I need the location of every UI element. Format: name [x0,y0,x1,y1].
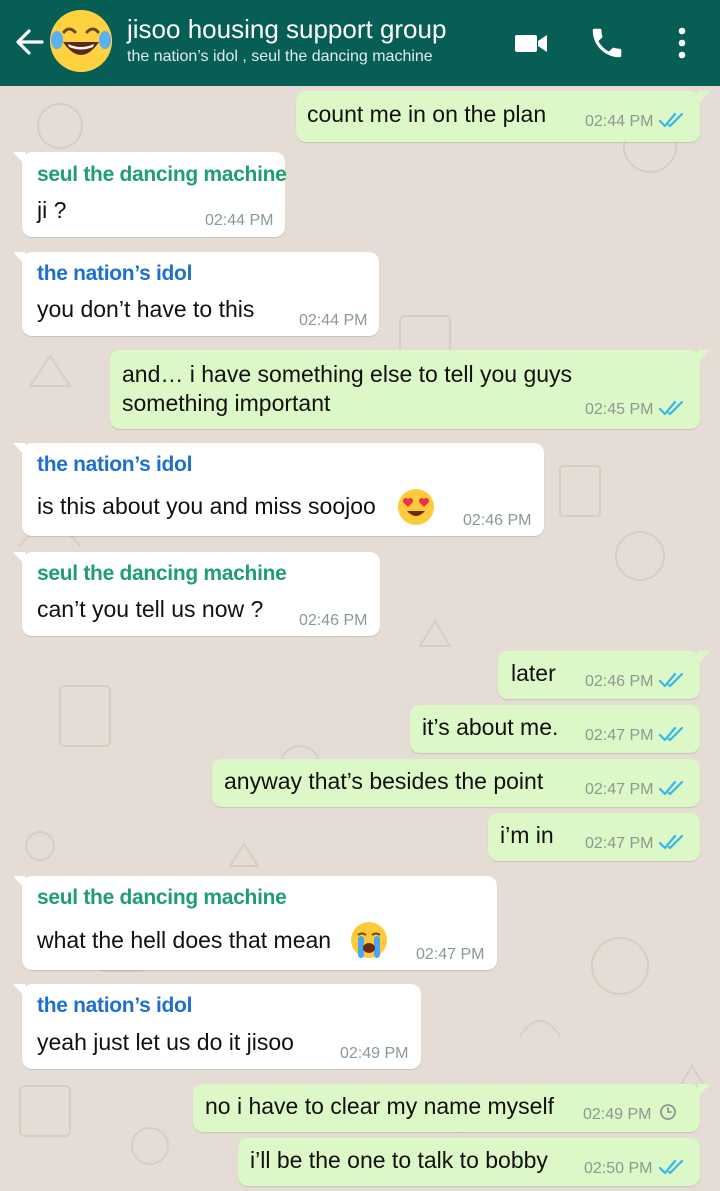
bubble-tail [698,1084,710,1097]
message-text: it’s about me. [422,714,559,740]
message-time: 02:49 PM [340,1045,409,1062]
incoming-message[interactable]: seul the dancing machine ji ? 02:44 PM [13,152,287,237]
video-call-button[interactable] [512,24,550,62]
message-text: and… i have something else to tell you g… [122,361,573,387]
message-time: 02:44 PM [299,312,368,329]
outgoing-message[interactable]: and… i have something else to tell you g… [110,350,710,429]
message-time: 02:46 PM [299,612,368,629]
outgoing-message[interactable]: count me in on the plan 02:44 PM [296,91,710,142]
message-text: count me in on the plan [307,101,547,127]
clock-pending-icon [660,1104,676,1120]
bubble-tail [13,552,25,565]
read-ticks-icon [658,112,684,128]
message-text-line-2: something important [122,390,331,416]
message-text: what the hell does that mean [37,927,332,953]
message-text: i’ll be the one to talk to bobby [250,1147,548,1173]
outgoing-message[interactable]: no i have to clear my name myself 02:49 … [193,1084,710,1132]
message-text: is this about you and miss soojoo [37,493,376,519]
bubble-tail [698,350,710,363]
read-ticks-icon [658,834,684,850]
sender-name[interactable]: seul the dancing machine [37,886,287,910]
message-time: 02:47 PM [416,946,485,963]
group-avatar[interactable] [50,10,112,72]
message-time: 02:49 PM [583,1106,652,1123]
incoming-message[interactable]: the nation’s idol you don’t have to this… [13,252,379,336]
message-time: 02:46 PM [585,673,654,690]
chat-area[interactable]: count me in on the plan 02:44 PM seul th… [0,86,720,1191]
message-time: 02:44 PM [205,212,274,229]
message-text: you don’t have to this [37,296,255,322]
message-text: i’m in [500,822,554,848]
incoming-message[interactable]: the nation’s idol yeah just let us do it… [13,984,421,1069]
message-text: no i have to clear my name myself [205,1093,554,1119]
laughing-crying-emoji-icon [50,10,112,72]
message-time: 02:47 PM [585,727,654,744]
incoming-message[interactable]: seul the dancing machine what the hell d… [13,876,497,970]
bubble-tail [13,876,25,889]
bubble-tail [13,984,25,997]
sender-name[interactable]: seul the dancing machine [37,163,287,187]
video-camera-icon [515,35,547,52]
bubble-tail [698,651,710,664]
outgoing-message[interactable]: i’m in 02:47 PM [488,813,700,861]
more-vertical-icon [678,27,686,59]
bubble-tail [13,152,25,165]
message-text: ji ? [37,197,67,223]
outgoing-message[interactable]: i’ll be the one to talk to bobby 02:50 P… [238,1138,700,1186]
read-ticks-icon [658,1159,684,1175]
outgoing-message[interactable]: later 02:46 PM [498,651,710,699]
phone-icon [592,28,622,58]
message-text: yeah just let us do it jisoo [37,1029,294,1055]
message-time: 02:46 PM [463,512,532,529]
sender-name[interactable]: the nation’s idol [37,453,192,477]
sender-name[interactable]: the nation’s idol [37,262,192,286]
overflow-menu-button[interactable] [664,24,700,62]
back-arrow-icon [16,29,44,55]
voice-call-button[interactable] [588,24,626,62]
group-title[interactable]: jisoo housing support group [127,14,446,45]
heart-eyes-emoji-icon [398,489,434,525]
read-ticks-icon [658,672,684,688]
bubble-tail [13,252,25,265]
chat-header: jisoo housing support group the nation’s… [0,0,720,86]
sender-name[interactable]: seul the dancing machine [37,562,287,586]
read-ticks-icon [658,780,684,796]
message-text: anyway that’s besides the point [224,768,544,794]
message-time: 02:44 PM [585,113,654,130]
message-text: later [511,660,556,686]
read-ticks-icon [658,726,684,742]
back-button[interactable] [10,22,50,62]
message-time: 02:47 PM [585,781,654,798]
incoming-message[interactable]: the nation’s idol is this about you and … [13,443,544,536]
outgoing-message[interactable]: anyway that’s besides the point 02:47 PM [212,759,700,807]
loudly-crying-emoji-icon [351,922,387,958]
message-time: 02:50 PM [584,1160,653,1177]
message-time: 02:47 PM [585,835,654,852]
message-text: can’t you tell us now ? [37,596,264,622]
incoming-message[interactable]: seul the dancing machine can’t you tell … [13,552,380,636]
bubble-tail [13,443,25,456]
read-ticks-icon [658,400,684,416]
outgoing-message[interactable]: it’s about me. 02:47 PM [410,705,700,753]
group-participants[interactable]: the nation’s idol , seul the dancing mac… [127,48,433,66]
message-time: 02:45 PM [585,401,654,418]
bubble-tail [698,91,710,104]
sender-name[interactable]: the nation’s idol [37,994,192,1018]
